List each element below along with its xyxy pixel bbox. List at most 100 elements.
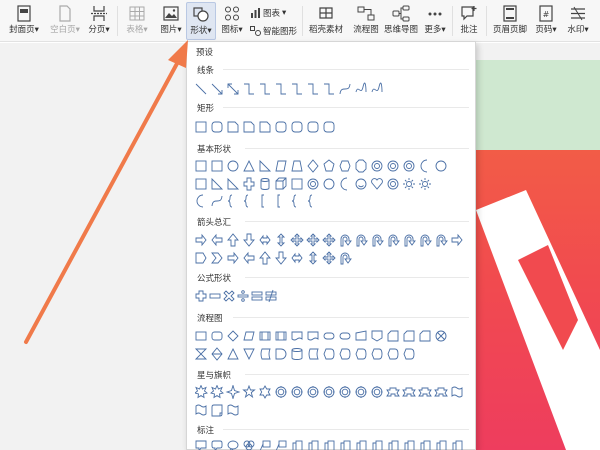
shape-option-lrarrow-icon[interactable] (291, 252, 303, 264)
flowchart-button[interactable]: 流程图 (350, 5, 382, 35)
shape-option-wave-icon[interactable] (195, 404, 207, 416)
shape-option-scroll-icon[interactable] (211, 404, 223, 417)
shape-option-wave-icon[interactable] (227, 404, 239, 416)
shape-option-card-icon[interactable] (403, 330, 415, 342)
shape-option-rect-icon[interactable] (195, 160, 207, 172)
shape-option-callln-icon[interactable] (259, 440, 271, 450)
shape-option-curve-icon[interactable] (339, 83, 351, 95)
shape-option-starN-icon[interactable] (339, 386, 351, 398)
shape-option-manual-icon[interactable] (355, 330, 367, 341)
shape-option-callrect-icon[interactable] (195, 440, 207, 450)
shape-option-callbar-icon[interactable] (420, 440, 431, 450)
shape-option-moon-icon[interactable] (196, 194, 204, 208)
shape-option-card-icon[interactable] (387, 330, 399, 342)
shape-option-starN-icon[interactable] (371, 386, 383, 398)
shape-option-larrow-icon[interactable] (211, 233, 223, 247)
comment-button[interactable]: 批注 (456, 5, 482, 35)
shape-option-uturn-icon[interactable] (340, 252, 352, 265)
shape-option-darrow2-icon[interactable] (275, 251, 287, 265)
shape-option-wave-icon[interactable] (451, 386, 463, 398)
shape-option-uturn-icon[interactable] (404, 234, 416, 247)
shape-option-sun-icon[interactable] (403, 178, 415, 190)
shape-option-rtri-icon[interactable] (259, 159, 272, 172)
shape-option-callbar-icon[interactable] (452, 440, 463, 450)
shape-option-card-icon[interactable] (419, 330, 431, 342)
shape-option-callln-icon[interactable] (275, 440, 287, 450)
shape-option-ring-icon[interactable] (403, 160, 415, 172)
shape-option-term-icon[interactable] (339, 332, 351, 340)
shape-option-cross-icon[interactable] (243, 177, 255, 191)
icon-button[interactable]: 图标▾ (218, 5, 246, 35)
shape-option-udarrow-icon[interactable] (308, 251, 318, 265)
shape-option-brace-icon[interactable] (291, 194, 297, 208)
shape-option-callbar-icon[interactable] (388, 440, 399, 450)
shape-option-trap-icon[interactable] (291, 160, 303, 172)
shape-option-rtri-icon[interactable] (227, 177, 240, 190)
shape-option-starN-icon[interactable] (291, 386, 303, 398)
shape-option-star5-icon[interactable] (242, 385, 256, 399)
mind-map-button[interactable]: 思维导图 (384, 5, 418, 35)
shape-option-callbar-icon[interactable] (292, 440, 303, 450)
shape-option-plus-icon[interactable] (195, 290, 207, 302)
shape-option-term-icon[interactable] (323, 332, 335, 340)
shape-option-pent-icon[interactable] (323, 159, 335, 172)
more-button[interactable]: 更多▾ (422, 5, 448, 35)
shape-option-uturn-icon[interactable] (340, 234, 352, 247)
shape-option-dia-icon[interactable] (307, 159, 319, 173)
shape-option-brace-icon[interactable] (243, 194, 249, 208)
shape-option-ring-icon[interactable] (387, 160, 399, 172)
shape-option-rrect-icon[interactable] (275, 121, 287, 133)
shape-option-elbow-icon[interactable] (260, 83, 270, 95)
shape-option-merge-icon[interactable] (243, 348, 255, 361)
shape-option-rrect-icon[interactable] (323, 121, 335, 133)
shape-option-line-icon[interactable] (195, 83, 207, 95)
shape-option-can-icon[interactable] (260, 178, 270, 190)
shape-option-arrowl-icon[interactable] (211, 83, 223, 95)
shape-option-callrr-icon[interactable] (211, 440, 223, 450)
shape-option-scribble-icon[interactable] (355, 82, 367, 93)
shape-option-display-icon[interactable] (355, 348, 367, 360)
shape-option-snip-icon[interactable] (243, 121, 255, 133)
shape-option-disk-icon[interactable] (291, 348, 303, 360)
shape-option-rect-icon[interactable] (211, 160, 223, 172)
shape-option-predef-icon[interactable] (275, 331, 287, 341)
shape-option-tri-icon[interactable] (243, 159, 255, 172)
shape-option-rrect-icon[interactable] (307, 121, 319, 133)
shape-option-sumj-icon[interactable] (435, 330, 447, 342)
picture-button[interactable]: 图片▾ (157, 5, 185, 35)
shape-option-bracket-icon[interactable] (277, 194, 280, 208)
shape-option-hex-icon[interactable] (339, 160, 351, 172)
shape-option-times-icon[interactable] (223, 290, 235, 302)
shape-option-display-icon[interactable] (371, 348, 383, 360)
shape-option-burst-icon[interactable] (195, 385, 208, 399)
shape-option-doc-icon[interactable] (291, 331, 303, 341)
smart-art-button[interactable]: 智能图形 (250, 25, 297, 37)
shape-option-delay-icon[interactable] (275, 348, 287, 360)
table-button[interactable]: 表格▾ (120, 5, 154, 35)
shape-option-extract-icon[interactable] (227, 347, 239, 360)
shape-option-curve-icon[interactable] (211, 195, 223, 207)
cover-page-button[interactable]: 封面页▾ (4, 5, 44, 35)
shape-option-cube-icon[interactable] (275, 177, 287, 190)
shape-option-predef-icon[interactable] (259, 331, 271, 341)
shape-option-brace-icon[interactable] (307, 194, 313, 208)
shape-option-heart-icon[interactable] (371, 178, 383, 190)
page-number-button[interactable]: # 页码▾ (531, 5, 561, 35)
shape-option-noteq-icon[interactable] (265, 289, 277, 303)
shape-option-uturn-icon[interactable] (388, 234, 400, 247)
shape-option-callcl-icon[interactable] (243, 440, 255, 450)
shape-option-darrow-icon[interactable] (227, 83, 239, 95)
shape-option-brace-icon[interactable] (227, 194, 233, 208)
shape-option-rarrow-icon[interactable] (227, 251, 239, 265)
shell-material-button[interactable]: 稻壳素材 (306, 5, 346, 35)
shape-option-uturn-icon[interactable] (420, 234, 432, 247)
shape-option-bracket-icon[interactable] (261, 194, 264, 208)
shape-option-darrow2-icon[interactable] (243, 233, 255, 247)
shape-option-rrect-icon[interactable] (211, 121, 223, 133)
shape-option-starN-icon[interactable] (275, 386, 287, 398)
shape-option-pentarr-icon[interactable] (195, 252, 207, 264)
shape-option-ribbon-icon[interactable] (418, 387, 432, 397)
shape-option-display-icon[interactable] (403, 348, 415, 360)
shape-option-callov-icon[interactable] (227, 440, 239, 450)
shape-option-collate-icon[interactable] (195, 348, 208, 360)
